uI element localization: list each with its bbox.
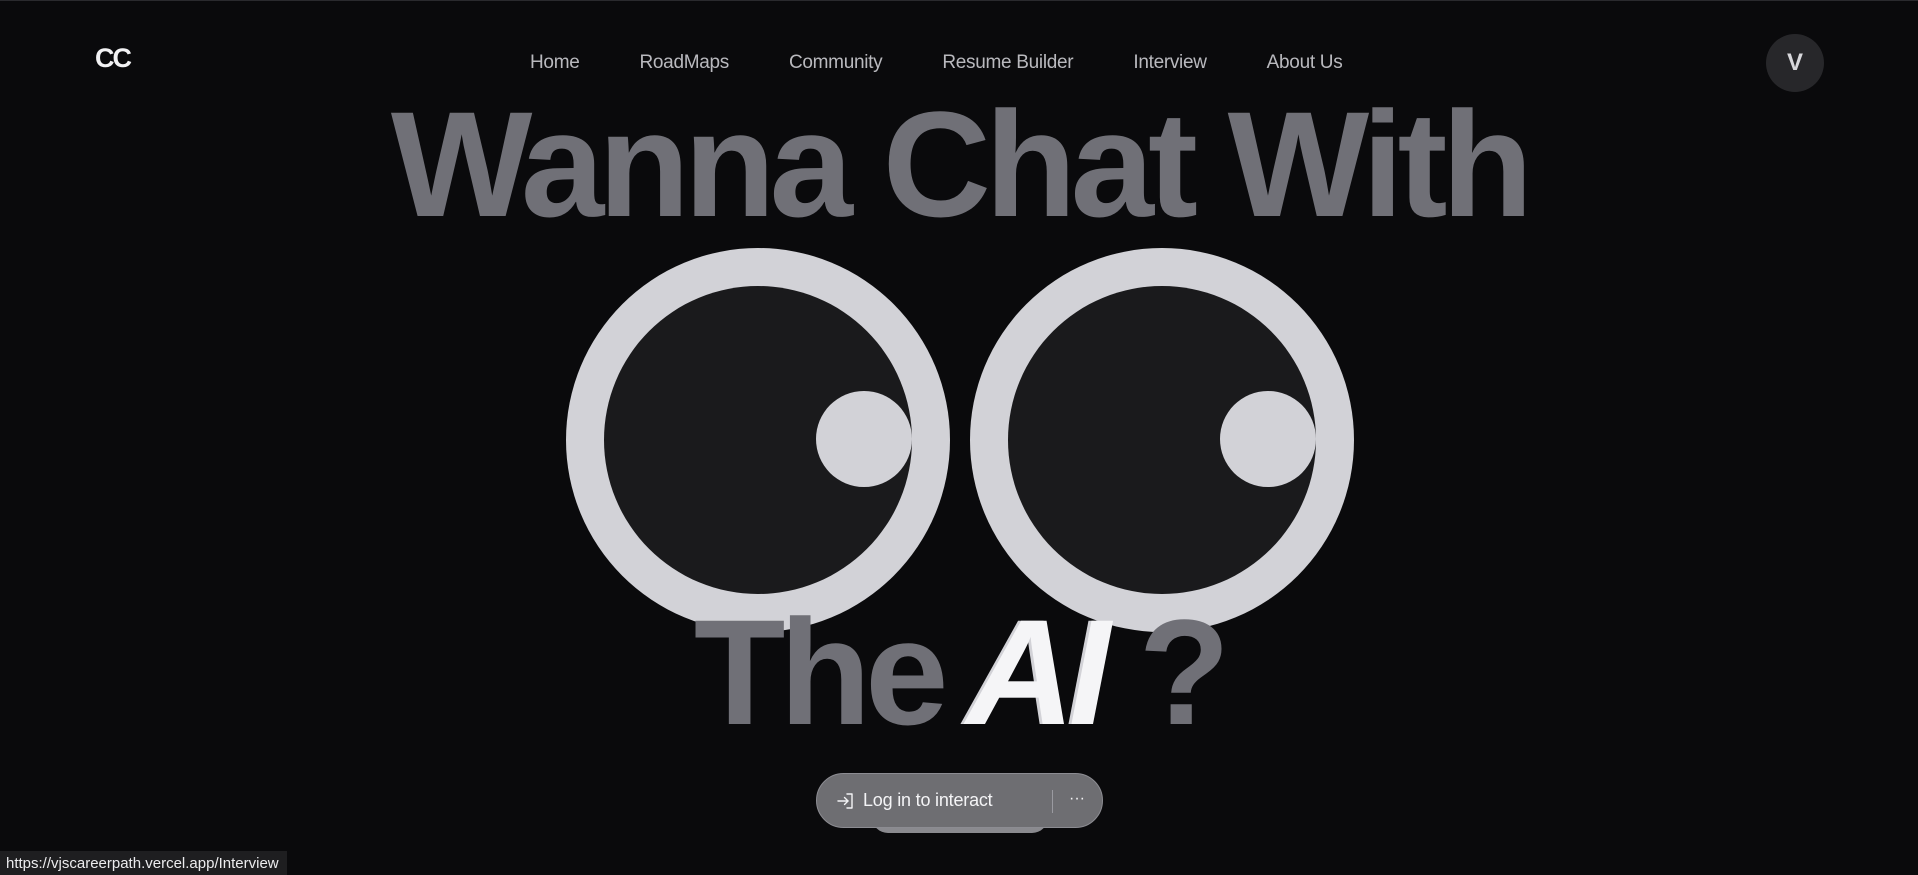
- left-eye-pupil: [816, 391, 912, 487]
- nav-resume-builder[interactable]: Resume Builder: [942, 51, 1073, 75]
- site-logo[interactable]: CC: [95, 45, 132, 72]
- login-label: Log in to interact: [863, 790, 993, 810]
- status-bar-url: https://vjscareerpath.vercel.app/Intervi…: [0, 851, 287, 875]
- right-eye-pupil: [1220, 391, 1316, 487]
- nav-interview[interactable]: Interview: [1133, 51, 1207, 75]
- more-horizontal-icon[interactable]: ···: [1063, 788, 1091, 814]
- main-nav: Home RoadMaps Community Resume Builder I…: [530, 51, 1402, 75]
- nav-about-us[interactable]: About Us: [1267, 51, 1343, 75]
- hero-word-ai: AI: [966, 588, 1111, 756]
- hero-headline-top: Wanna Chat With: [390, 80, 1533, 248]
- login-arrow-icon: [836, 791, 856, 811]
- right-eye: [970, 248, 1354, 632]
- left-eye: [566, 248, 950, 632]
- hero-question-mark: ?: [1138, 588, 1231, 756]
- hero-word-the: The: [693, 588, 949, 756]
- nav-home[interactable]: Home: [530, 51, 580, 75]
- page: CC Home RoadMaps Community Resume Builde…: [0, 0, 1918, 875]
- hero-headline-bottom: The AI?: [0, 597, 1918, 747]
- nav-roadmaps[interactable]: RoadMaps: [639, 51, 729, 75]
- user-avatar[interactable]: V: [1766, 34, 1824, 92]
- pill-divider: [1052, 790, 1053, 813]
- login-to-interact-button[interactable]: Log in to interact ···: [816, 773, 1103, 828]
- nav-community[interactable]: Community: [789, 51, 883, 75]
